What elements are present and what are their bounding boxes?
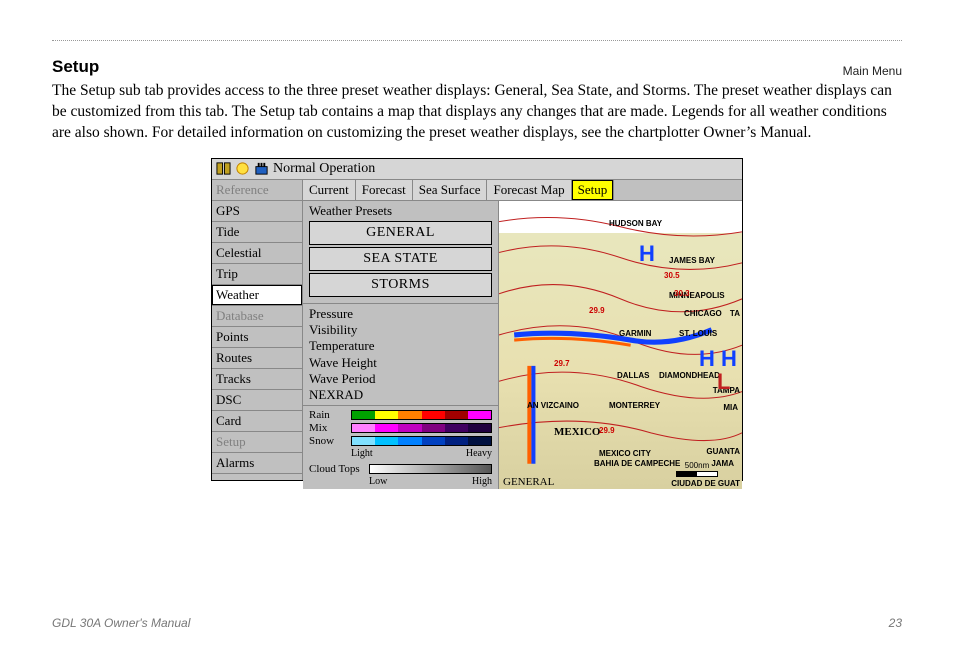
low-pressure-icon: L	[717, 369, 730, 395]
tab-forecast-map[interactable]: Forecast Map	[487, 180, 571, 200]
pressure-299b: 29.9	[599, 426, 615, 435]
map-preview[interactable]: HUDSON BAY JAMES BAY MINNEAPOLIS CHICAGO…	[499, 201, 742, 490]
map-label-hudson-bay: HUDSON BAY	[609, 219, 662, 228]
map-label-mexico-city: MEXICO CITY	[599, 449, 651, 458]
precip-legend: Rain Mix	[303, 405, 498, 489]
weather-presets-panel: Weather Presets GENERAL SEA STATE STORMS…	[303, 201, 499, 490]
status-icon-1	[216, 161, 231, 176]
sidebar-item-celestial[interactable]: Celestial	[212, 243, 302, 264]
map-label-bahia: BAHIA DE CAMPECHE	[594, 459, 680, 468]
sidebar: Reference GPS Tide Celestial Trip Weathe…	[212, 180, 303, 480]
map-label-ciudad-de-guat: CIUDAD DE GUAT	[671, 479, 740, 488]
sidebar-item-weather[interactable]: Weather	[212, 285, 302, 306]
map-label-chicago: CHICAGO	[684, 309, 722, 318]
pressure-297: 29.7	[554, 359, 570, 368]
high-pressure-icon: H	[639, 241, 655, 267]
sidebar-item-tracks[interactable]: Tracks	[212, 369, 302, 390]
legend-snow-label: Snow	[309, 435, 345, 447]
map-label-mia: MIA	[723, 403, 738, 412]
cloud-tops-gradient	[369, 464, 492, 474]
header-section-label: Main Menu	[843, 64, 902, 78]
map-label-mexico: MEXICO	[554, 426, 600, 438]
map-label-vizcaino: AN VIZCAINO	[527, 401, 579, 410]
device-screenshot: Normal Operation Reference GPS Tide Cele…	[211, 158, 743, 481]
map-label-st-louis: ST. LOUIS	[679, 329, 717, 338]
param-wave-height[interactable]: Wave Height	[309, 355, 492, 371]
sidebar-item-trip[interactable]: Trip	[212, 264, 302, 285]
preset-storms-button[interactable]: STORMS	[309, 273, 492, 297]
titlebar: Normal Operation	[212, 159, 742, 180]
precip-scale-low: Light	[351, 448, 373, 459]
titlebar-text: Normal Operation	[273, 161, 375, 177]
map-label-guanta: GUANTA	[706, 447, 740, 456]
tab-bar: Current Forecast Sea Surface Forecast Ma…	[303, 180, 742, 201]
rain-color-bar	[351, 410, 492, 420]
sidebar-item-card[interactable]: Card	[212, 411, 302, 432]
section-body: The Setup sub tab provides access to the…	[52, 81, 902, 144]
preset-sea-state-button[interactable]: SEA STATE	[309, 247, 492, 271]
legend-rain-label: Rain	[309, 409, 345, 421]
map-label-monterrey: MONTERREY	[609, 401, 660, 410]
tab-sea-surface[interactable]: Sea Surface	[413, 180, 488, 200]
param-temperature[interactable]: Temperature	[309, 338, 492, 354]
tab-current[interactable]: Current	[303, 180, 356, 200]
mix-color-bar	[351, 423, 492, 433]
sidebar-item-reference[interactable]: Reference	[212, 180, 302, 201]
cloud-scale-low: Low	[369, 476, 387, 487]
map-label-ta: TA	[730, 309, 740, 318]
section-title: Setup	[52, 57, 902, 77]
param-nexrad[interactable]: NEXRAD	[309, 387, 492, 403]
tab-setup[interactable]: Setup	[572, 180, 615, 200]
pressure-303: 30.3	[674, 289, 690, 298]
map-scale: 500nm	[676, 461, 718, 477]
sidebar-item-tide[interactable]: Tide	[212, 222, 302, 243]
pressure-299: 29.9	[589, 306, 605, 315]
map-label-garmin: GARMIN	[619, 329, 651, 338]
sidebar-item-alarms[interactable]: Alarms	[212, 453, 302, 474]
sidebar-item-setup[interactable]: Setup	[212, 432, 302, 453]
sidebar-item-database[interactable]: Database	[212, 306, 302, 327]
parameter-list: Pressure Visibility Temperature Wave Hei…	[303, 303, 498, 406]
snow-color-bar	[351, 436, 492, 446]
map-label-diamondhead: DIAMONDHEAD	[659, 371, 720, 380]
status-icon-3	[254, 161, 269, 176]
footer-page-number: 23	[889, 616, 902, 630]
preset-general-button[interactable]: GENERAL	[309, 221, 492, 245]
sidebar-item-routes[interactable]: Routes	[212, 348, 302, 369]
pressure-305: 30.5	[664, 271, 680, 280]
cloud-tops-label: Cloud Tops	[309, 463, 363, 475]
param-wave-period[interactable]: Wave Period	[309, 371, 492, 387]
sidebar-item-gps[interactable]: GPS	[212, 201, 302, 222]
precip-scale-high: Heavy	[466, 448, 492, 459]
legend-mix-label: Mix	[309, 422, 345, 434]
map-label-james-bay: JAMES BAY	[669, 256, 715, 265]
top-rule	[52, 40, 902, 41]
map-footer-label: GENERAL	[503, 476, 554, 488]
weather-presets-label: Weather Presets	[303, 201, 498, 221]
param-visibility[interactable]: Visibility	[309, 322, 492, 338]
cloud-scale-high: High	[472, 476, 492, 487]
sidebar-item-points[interactable]: Points	[212, 327, 302, 348]
param-pressure[interactable]: Pressure	[309, 306, 492, 322]
manual-page: Main Menu Setup The Setup sub tab provid…	[0, 40, 954, 658]
status-icon-2	[235, 161, 250, 176]
tab-forecast[interactable]: Forecast	[356, 180, 413, 200]
sidebar-item-dsc[interactable]: DSC	[212, 390, 302, 411]
footer-manual-title: GDL 30A Owner's Manual	[52, 616, 190, 630]
high-pressure-icon: H	[699, 346, 715, 372]
map-label-dallas: DALLAS	[617, 371, 649, 380]
